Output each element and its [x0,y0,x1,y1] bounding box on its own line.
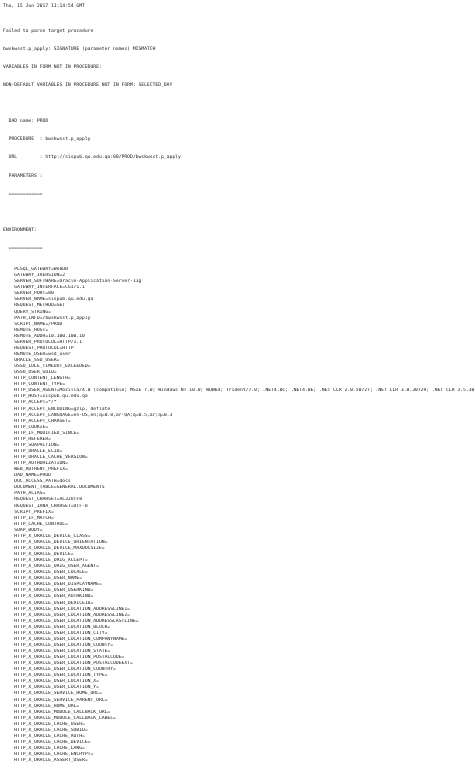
error-message: Failed to parse target procedure bwskwss… [3,16,474,101]
response-date: Thu, 15 Jun 2017 11:14:54 GMT [3,4,85,9]
error-page: Thu, 15 Jun 2017 11:14:54 GMT Failed to … [0,0,474,763]
environment-header: ENVIRONMENT: ============ [3,215,474,264]
detail-line: DAD name: PROD [3,118,49,124]
error-line: bwskwsst.p_apply: SIGNATURE (parameter n… [3,46,156,52]
error-line: Failed to parse target procedure [3,28,94,34]
detail-line: ============ [3,192,43,198]
detail-line: PROCEDURE : bwskwsst.p_apply [3,137,91,143]
detail-line: PARAMETERS : [3,173,43,179]
environment-underline: ============ [3,245,43,251]
detail-line: URL : http://sispub.qu.edu.qa:80/PROD/bw… [3,155,181,161]
error-line: NON-DEFAULT VARIABLES IN PROCEDURE NOT I… [3,83,173,89]
error-line: VARIABLES IN FORM NOT IN PROCEDURE: [3,65,102,71]
request-details: DAD name: PROD PROCEDURE : bwskwsst.p_ap… [3,107,474,211]
environment-title: ENVIRONMENT: [3,227,37,233]
environment-variable-list: PLSQL_GATEWAY=WebDB GATEWAY_IVERSION=2 S… [3,267,474,764]
environment-variable: HTTP_X_ORACLE_ASSERT_USER= [3,758,88,764]
